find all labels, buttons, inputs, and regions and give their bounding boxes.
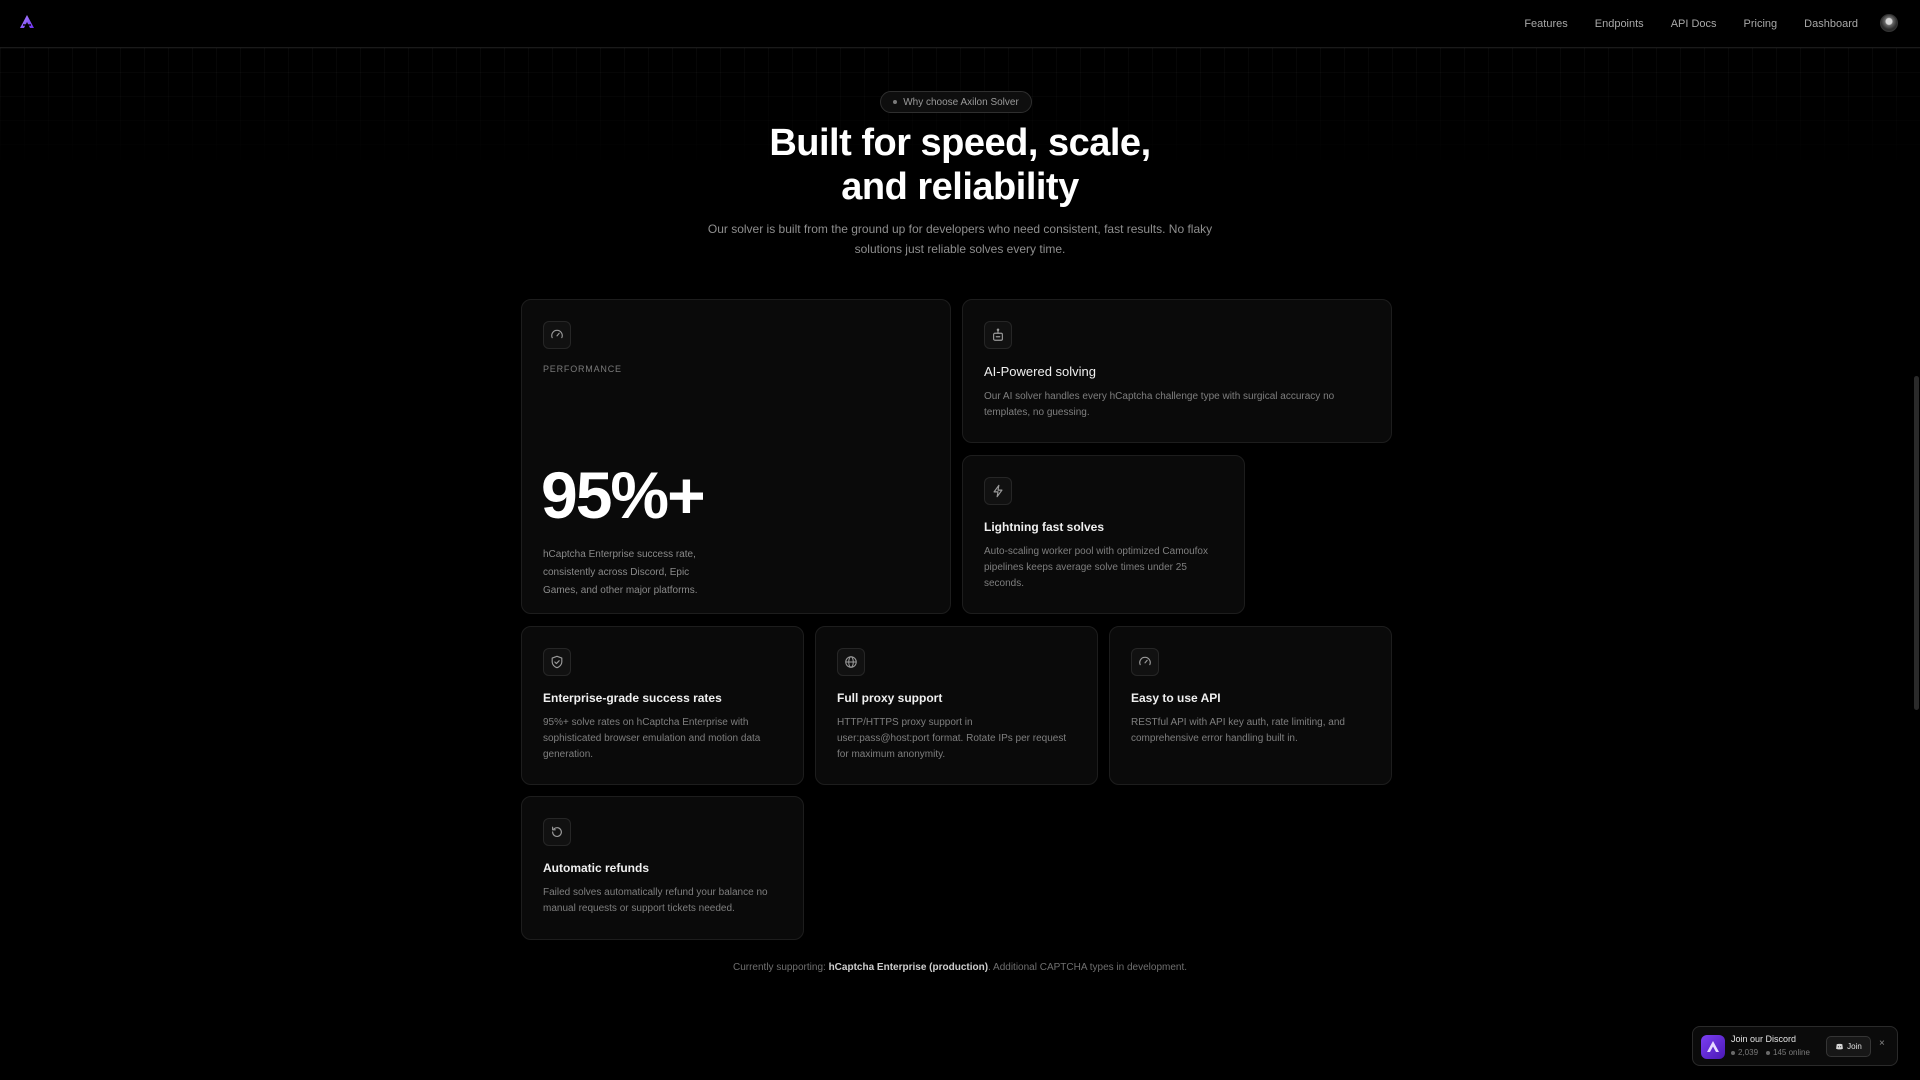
pill-dot-icon bbox=[893, 100, 898, 104]
feature-title: Full proxy support bbox=[837, 691, 943, 705]
discord-join-button[interactable]: Join bbox=[1826, 1036, 1871, 1057]
success-rate-stat: 95%+ bbox=[541, 458, 706, 532]
lightning-icon bbox=[984, 477, 1012, 505]
nav-link-endpoints[interactable]: Endpoints bbox=[1595, 18, 1644, 30]
join-label: Join bbox=[1847, 1042, 1862, 1051]
shield-check-icon bbox=[543, 648, 571, 676]
logo-icon[interactable] bbox=[19, 14, 35, 30]
scrollbar-thumb[interactable] bbox=[1914, 376, 1919, 710]
online-count-value: 145 online bbox=[1773, 1048, 1810, 1057]
member-count: 2,039 bbox=[1731, 1048, 1758, 1057]
feature-description: RESTful API with API key auth, rate limi… bbox=[1131, 717, 1345, 744]
feature-description: Our AI solver handles every hCaptcha cha… bbox=[984, 391, 1335, 418]
support-note-highlight: hCaptcha Enterprise (production) bbox=[828, 962, 989, 973]
hero-subtitle: Our solver is built from the ground up f… bbox=[707, 222, 1213, 256]
online-count: 145 online bbox=[1766, 1048, 1810, 1057]
nav-link-api-docs[interactable]: API Docs bbox=[1671, 18, 1717, 30]
feature-description: Auto-scaling worker pool with optimized … bbox=[984, 546, 1208, 589]
user-avatar[interactable] bbox=[1880, 14, 1898, 32]
feature-card-enterprise: Enterprise-grade success rates 95%+ solv… bbox=[521, 626, 804, 785]
feature-description: 95%+ solve rates on hCaptcha Enterprise … bbox=[543, 717, 761, 760]
discord-toast: Join our Discord 2,039 145 online Join × bbox=[1692, 1026, 1898, 1066]
discord-toast-meta: 2,039 145 online bbox=[1731, 1048, 1810, 1057]
support-note-prefix: Currently supporting: bbox=[732, 962, 826, 973]
member-count-value: 2,039 bbox=[1738, 1048, 1759, 1057]
discord-server-icon bbox=[1701, 1035, 1725, 1059]
feature-description: HTTP/HTTPS proxy support in user:pass@ho… bbox=[837, 717, 1067, 760]
support-note: Currently supporting: hCaptcha Enterpris… bbox=[560, 962, 1360, 973]
success-rate-description: hCaptcha Enterprise success rate, consis… bbox=[543, 549, 698, 596]
online-dot-icon bbox=[1766, 1050, 1771, 1055]
members-dot-icon bbox=[1731, 1050, 1735, 1055]
feature-title: AI-Powered solving bbox=[984, 364, 1096, 379]
title-line-2: and reliability bbox=[841, 166, 1079, 208]
performance-card: PERFORMANCE 95%+ hCaptcha Enterprise suc… bbox=[521, 299, 951, 614]
refund-icon bbox=[543, 818, 571, 846]
feature-card-easy-api: Easy to use API RESTful API with API key… bbox=[1109, 626, 1392, 785]
gauge-icon bbox=[543, 321, 571, 349]
gauge-icon bbox=[1131, 648, 1159, 676]
nav-links: Features Endpoints API Docs Pricing Dash… bbox=[1497, 0, 1858, 48]
feature-card-ai-powered: AI-Powered solving Our AI solver handles… bbox=[962, 299, 1392, 443]
feature-title: Lightning fast solves bbox=[984, 520, 1105, 534]
performance-label: PERFORMANCE bbox=[543, 364, 622, 374]
feature-card-refunds: Automatic refunds Failed solves automati… bbox=[521, 796, 804, 940]
feature-card-proxy: Full proxy support HTTP/HTTPS proxy supp… bbox=[815, 626, 1098, 785]
globe-icon bbox=[837, 648, 865, 676]
section-pill: Why choose Axilon Solver bbox=[880, 91, 1032, 113]
nav-link-pricing[interactable]: Pricing bbox=[1744, 18, 1778, 30]
nav-link-features[interactable]: Features bbox=[1524, 18, 1567, 30]
feature-title: Enterprise-grade success rates bbox=[543, 691, 722, 705]
robot-icon bbox=[984, 321, 1012, 349]
title-line-1: Built for speed, scale, bbox=[769, 122, 1151, 164]
scrollbar[interactable] bbox=[1912, 48, 1920, 1080]
feature-description: Failed solves automatically refund your … bbox=[543, 887, 768, 914]
feature-card-lightning: Lightning fast solves Auto-scaling worke… bbox=[962, 455, 1245, 614]
feature-title: Easy to use API bbox=[1131, 691, 1221, 705]
page-title: Built for speed, scale, and reliability bbox=[610, 121, 1310, 209]
pill-label: Why choose Axilon Solver bbox=[903, 96, 1019, 108]
discord-icon bbox=[1836, 1043, 1844, 1050]
nav-link-dashboard[interactable]: Dashboard bbox=[1804, 18, 1858, 30]
discord-toast-title: Join our Discord bbox=[1731, 1034, 1797, 1044]
support-note-suffix: . Additional CAPTCHA types in developmen… bbox=[988, 962, 1188, 973]
feature-title: Automatic refunds bbox=[543, 861, 650, 875]
close-icon[interactable]: × bbox=[1879, 1038, 1885, 1049]
top-nav: Features Endpoints API Docs Pricing Dash… bbox=[0, 0, 1920, 48]
